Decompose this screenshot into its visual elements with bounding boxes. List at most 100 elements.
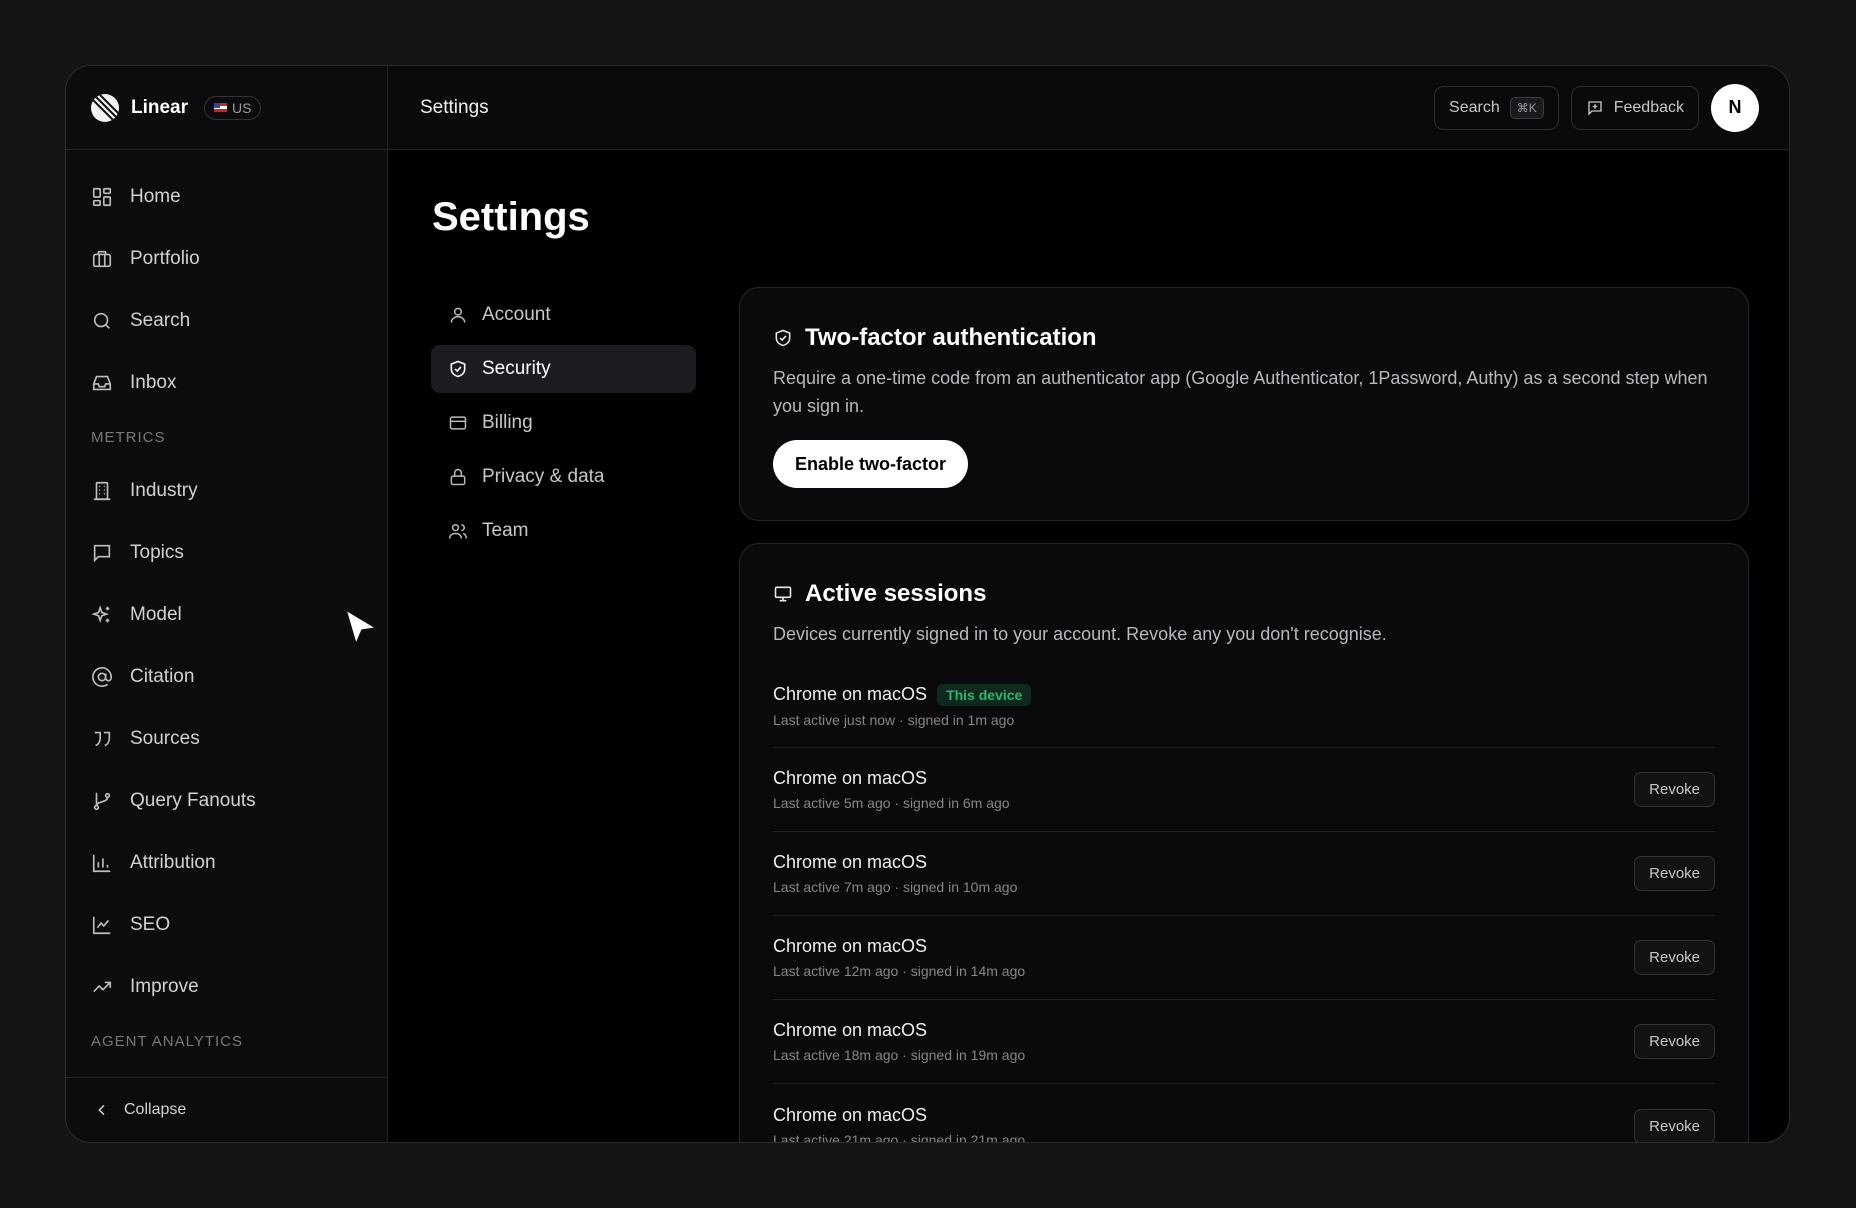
collapse-button[interactable]: Collapse [66, 1077, 387, 1142]
revoke-button[interactable]: Revoke [1634, 772, 1715, 807]
tab-label: Account [482, 304, 551, 325]
settings-main: Settings Account Security Billing Privac… [388, 151, 1789, 1142]
revoke-button[interactable]: Revoke [1634, 940, 1715, 975]
sidebar-item-label: Sources [130, 728, 200, 749]
revoke-button[interactable]: Revoke [1634, 856, 1715, 891]
enable-two-factor-button[interactable]: Enable two-factor [773, 440, 969, 488]
page-title: Settings [432, 195, 590, 239]
sidebar-item-industry[interactable]: Industry [66, 460, 387, 522]
topbar-title: Settings [420, 96, 489, 118]
session-meta: Last active 21m ago · signed in 21m ago [773, 1131, 1026, 1143]
mouse-cursor-icon [344, 608, 379, 647]
sparkles-icon [91, 605, 110, 624]
inbox-icon [92, 375, 112, 391]
revoke-button[interactable]: Revoke [1634, 1108, 1715, 1142]
revoke-button[interactable]: Revoke [1634, 1024, 1715, 1059]
session-meta: Last active just now · signed in 1m ago [773, 711, 1015, 728]
user-icon [450, 307, 466, 323]
sidebar-item-label: Industry [130, 480, 198, 501]
sidebar-item-label: Search [130, 310, 191, 331]
settings-subnav: Account Security Billing Privacy & data … [431, 291, 696, 561]
session-name: Chrome on macOS [773, 768, 928, 788]
feedback-icon [1588, 100, 1602, 116]
dashboard-icon [92, 187, 112, 207]
agent-analytics-section-label: AGENT ANALYTICS [91, 1032, 243, 1050]
search-button-label: Search [1449, 98, 1500, 116]
two-factor-title: Two-factor authentication [805, 324, 1097, 351]
search-icon [93, 312, 110, 329]
sidebar-item-label: SEO [130, 914, 171, 935]
linear-logo-icon [91, 93, 119, 122]
message-square-icon [93, 544, 111, 563]
sidebar-item-attribution[interactable]: Attribution [66, 832, 387, 894]
us-flag-icon [214, 103, 228, 112]
tab-security[interactable]: Security [431, 345, 696, 393]
tab-team[interactable]: Team [431, 507, 696, 555]
sidebar-item-label: Query Fanouts [130, 790, 256, 811]
tab-label: Privacy & data [482, 466, 605, 487]
chevron-left-icon [98, 1104, 105, 1116]
tab-label: Billing [482, 412, 533, 433]
search-button[interactable]: Search ⌘K [1434, 85, 1559, 130]
sidebar-item-sources[interactable]: Sources [66, 708, 387, 770]
region-label: US [232, 99, 252, 116]
collapse-label: Collapse [124, 1101, 187, 1118]
session-name: Chrome on macOS [773, 1104, 928, 1125]
sidebar-item-inbox[interactable]: Inbox [66, 352, 387, 414]
list-item: Chrome on macOS This device Last active j… [773, 664, 1715, 748]
region-badge[interactable]: US [204, 95, 262, 120]
metrics-section-label: METRICS [91, 428, 166, 446]
trending-up-icon [93, 981, 112, 993]
brand-name: Linear [131, 96, 189, 118]
sidebar-item-citation[interactable]: Citation [66, 646, 387, 708]
sidebar-item-search[interactable]: Search [66, 290, 387, 352]
lock-icon [450, 468, 466, 486]
search-shortcut: ⌘K [1509, 96, 1544, 119]
sidebar-item-topics[interactable]: Topics [66, 522, 387, 584]
two-factor-card: Two-factor authentication Require a one-… [739, 287, 1749, 521]
git-branch-icon [93, 792, 111, 811]
credit-card-icon [449, 416, 467, 430]
app-window: Linear US Home Portfolio Search Inbox ME… [65, 65, 1790, 1143]
list-item: Chrome on macOS Last active 7m ago · sig… [773, 832, 1715, 916]
sidebar-item-portfolio[interactable]: Portfolio [66, 228, 387, 290]
session-name: Chrome on macOS [773, 1020, 928, 1040]
sidebar-item-model[interactable]: Model [66, 584, 387, 646]
tab-privacy-data[interactable]: Privacy & data [431, 453, 696, 501]
tab-label: Team [482, 520, 529, 541]
sidebar-item-label: Inbox [130, 372, 177, 393]
two-factor-description: Require a one-time code from an authenti… [773, 368, 1708, 416]
sessions-header: Active sessions [773, 580, 1715, 608]
tab-billing[interactable]: Billing [431, 399, 696, 447]
list-item: Chrome on macOS Last active 21m ago · si… [773, 1084, 1715, 1142]
tab-account[interactable]: Account [431, 291, 696, 339]
at-sign-icon [92, 667, 112, 687]
sidebar-item-home[interactable]: Home [66, 166, 387, 228]
avatar[interactable]: N [1711, 83, 1759, 132]
list-item: Chrome on macOS Last active 12m ago · si… [773, 916, 1715, 1000]
sidebar-item-label: Citation [130, 666, 195, 687]
sidebar-item-improve[interactable]: Improve [66, 956, 387, 1018]
feedback-button[interactable]: Feedback [1570, 85, 1699, 130]
sidebar-item-label: Improve [130, 976, 199, 997]
session-meta: Last active 18m ago · signed in 19m ago [773, 1047, 1026, 1063]
line-chart-icon [92, 916, 111, 935]
session-meta: Last active 7m ago · signed in 10m ago [773, 879, 1018, 895]
sidebar-item-label: Portfolio [130, 248, 200, 269]
bar-chart-icon [92, 854, 111, 873]
brand[interactable]: Linear US [66, 66, 387, 150]
session-name: Chrome on macOS [773, 936, 928, 956]
building-icon [93, 481, 111, 501]
sessions-title: Active sessions [805, 580, 987, 607]
users-icon [448, 524, 468, 539]
session-meta: Last active 12m ago · signed in 14m ago [773, 963, 1026, 979]
sidebar-item-query-fanouts[interactable]: Query Fanouts [66, 770, 387, 832]
sidebar-item-seo[interactable]: SEO [66, 894, 387, 956]
sidebar: Linear US Home Portfolio Search Inbox ME… [66, 66, 388, 1142]
sidebar-item-label: Model [130, 604, 182, 625]
sidebar-item-label: Attribution [130, 852, 216, 873]
topbar: Settings Search ⌘K Feedback N [388, 66, 1789, 150]
session-meta: Last active 5m ago · signed in 6m ago [773, 795, 1010, 811]
sidebar-item-label: Home [130, 186, 181, 207]
active-sessions-card: Active sessions Devices currently signed… [739, 543, 1749, 1142]
